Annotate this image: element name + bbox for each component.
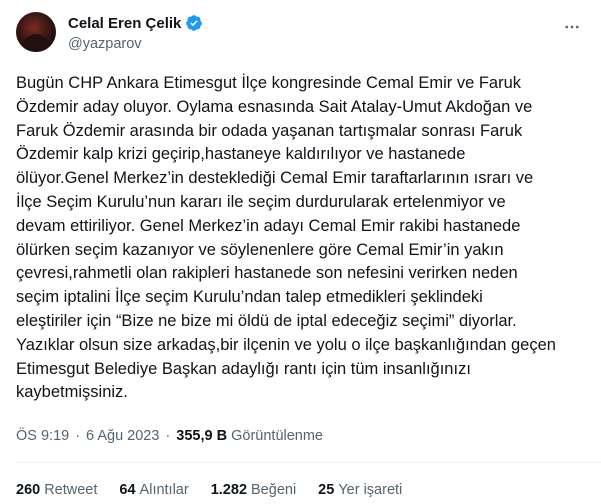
tweet-line: kaybetmişsiniz. [16,383,128,402]
retweet-label: Retweet [44,482,98,498]
more-options-icon[interactable] [561,16,583,38]
tweet-time[interactable]: ÖS 9:19 [16,428,69,444]
like-stat[interactable]: 1.282 Beğeni [211,482,296,498]
retweet-stat[interactable]: 260 Retweet [16,482,97,498]
tweet-line: eleştiriler için “Bize ne bize mi öldü d… [16,311,517,330]
tweet-line: İlçe Seçim Kurulu’nun kararı ile seçim d… [16,192,506,211]
meta-separator: · [75,428,81,444]
tweet-meta: ÖS 9:19 · 6 Ağu 2023 · 355,9 B Görüntüle… [16,428,323,444]
tweet-line: ölürken seçim kazanıyor ve söylenenlere … [16,240,504,259]
tweet-line: ölüyor.Genel Merkez’in desteklediği Cema… [16,169,534,188]
tweet-line: Faruk Özdemir arasında bir odada yaşanan… [16,121,523,140]
quote-count: 64 [119,482,136,498]
author-name-row: Celal Eren Çelik [68,14,203,32]
tweet-line: devam ettiriliyor. Genel Merkez’in adayı… [16,216,521,235]
tweet-line: Özdemir kalp krizi geçirip,hastaneye kal… [16,145,466,164]
avatar[interactable] [16,12,56,52]
engagement-stats: 260 Retweet 64 Alıntılar 1.282 Beğeni 25 Yer… [16,482,402,498]
bookmark-count: 25 [318,482,335,498]
view-count: 355,9 B [176,428,228,444]
author-name[interactable]: Celal Eren Çelik [68,15,181,32]
tweet-date[interactable]: 6 Ağu 2023 [86,428,159,444]
verified-badge-icon [186,15,203,31]
divider [16,462,601,463]
tweet-line: Yazıklar olsun size arkadaş,bir ilçenin … [16,335,556,354]
meta-separator: · [165,428,171,444]
tweet-line: çevresi,rahmetli olan rakipleri hastaned… [16,264,518,283]
quote-label: Alıntılar [139,482,189,498]
tweet-line: Özdemir aday oluyor. Oylama esnasında Sa… [16,97,533,116]
bookmark-label: Yer işareti [338,482,403,498]
tweet-header: Celal Eren Çelik @yazparov [16,10,589,62]
retweet-count: 260 [16,482,41,498]
tweet-line: seçim iptalini İlçe seçim Kurulu’ndan ta… [16,288,483,307]
tweet-line: Bugün CHP Ankara Etimesgut İlçe kongresi… [16,74,522,92]
view-label: Görüntülenme [231,428,323,444]
like-count: 1.282 [210,482,248,498]
like-label: Beğeni [251,482,297,498]
bookmark-stat[interactable]: 25 Yer işareti [318,482,402,498]
quote-stat[interactable]: 64 Alıntılar [119,482,188,498]
author-handle[interactable]: @yazparov [68,36,142,52]
tweet-text: Bugün CHP Ankara Etimesgut İlçe kongresi… [16,72,588,405]
tweet-line: Etimesgut Belediye Başkan adaylığı rantı… [16,359,471,378]
